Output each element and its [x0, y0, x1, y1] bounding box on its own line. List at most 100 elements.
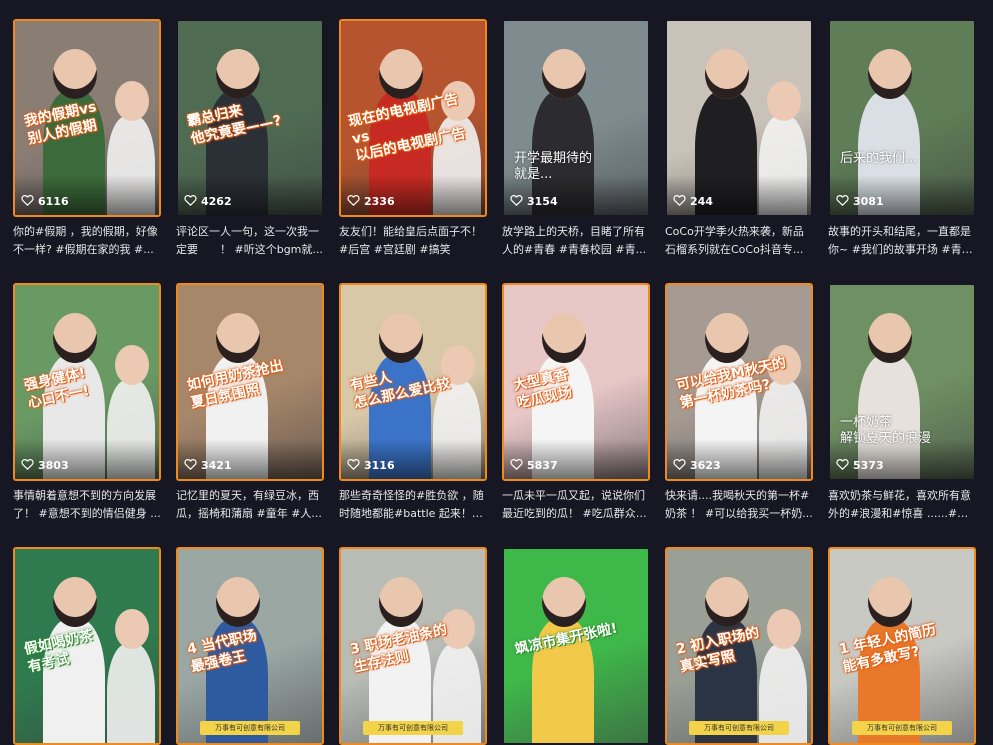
thumbnail-caption: 后来的我们... [840, 151, 918, 166]
like-count: 3623 [673, 458, 721, 473]
like-number: 244 [690, 195, 713, 208]
video-thumbnail[interactable]: 强身健体! 心口不一! 3803 [13, 283, 161, 481]
video-description[interactable]: 记忆里的夏天，有绿豆冰，西瓜，摇椅和蒲扇 #童年 #人... [176, 487, 324, 523]
person-head [216, 313, 260, 363]
person-head [705, 49, 749, 99]
video-card[interactable]: 可以给我M秋天的 第一杯奶茶吗? 3623 快来请....我喝秋天的第一杯#奶茶 ！… [665, 283, 813, 523]
like-count: 6116 [21, 194, 69, 209]
video-thumbnail[interactable]: 1 年轻人的简历 能有多敢写? 万事有可创意有限公司 [828, 547, 976, 745]
like-count: 3421 [184, 458, 232, 473]
video-thumbnail[interactable]: 3 职场老油条的 生存法则 万事有可创意有限公司 [339, 547, 487, 745]
person-head [542, 577, 586, 627]
video-thumbnail[interactable]: 假如喝奶茶 有考试 [13, 547, 161, 745]
like-number: 6116 [38, 195, 69, 208]
company-badge: 万事有可创意有限公司 [200, 721, 300, 735]
video-card[interactable]: 假如喝奶茶 有考试 [13, 547, 161, 745]
like-number: 5373 [853, 459, 884, 472]
video-description[interactable]: 那些奇奇怪怪的#胜负欲 ，随时随地都能#battle 起来！ #... [339, 487, 487, 523]
video-description[interactable]: 你的#假期 ，我的假期，好像不一样? #假期在家的我 #... [13, 223, 161, 259]
heart-icon [21, 458, 34, 473]
heart-icon [184, 194, 197, 209]
video-card[interactable]: 有些人 怎么那么爱比较 3116 那些奇奇怪怪的#胜负欲 ，随时随地都能#battl… [339, 283, 487, 523]
heart-icon [347, 194, 360, 209]
heart-icon [836, 194, 849, 209]
video-card[interactable]: 1 年轻人的简历 能有多敢写? 万事有可创意有限公司 [828, 547, 976, 745]
video-card[interactable]: 如何用奶茶抢出 夏日氛围照 3421 记忆里的夏天，有绿豆冰，西瓜，摇椅和蒲扇 #童… [176, 283, 324, 523]
company-badge: 万事有可创意有限公司 [852, 721, 952, 735]
heart-icon [21, 194, 34, 209]
video-thumbnail[interactable]: 我的假期vs 别人的假期 6116 [13, 19, 161, 217]
video-thumbnail[interactable]: 4 当代职场 最强卷王 万事有可创意有限公司 [176, 547, 324, 745]
video-description[interactable]: 快来请....我喝秋天的第一杯#奶茶 ！ #可以给我买一杯奶... [665, 487, 813, 523]
video-thumbnail[interactable]: 一杯奶茶 解锁夏天的浪漫5373 [828, 283, 976, 481]
person-head [868, 49, 912, 99]
video-thumbnail[interactable]: 大型真香 吃瓜现场 5837 [502, 283, 650, 481]
video-card[interactable]: 244 CoCo开学季火热来袭，新品石榴系列就在CoCo抖音专... [665, 19, 813, 259]
video-thumbnail[interactable]: 霸总归来 他究竟要——? 4262 [176, 19, 324, 217]
like-count: 3081 [836, 194, 884, 209]
video-description[interactable]: 评论区一人一句，这一次我一定要 ！ #听这个bgm就... [176, 223, 324, 259]
like-number: 2336 [364, 195, 395, 208]
like-number: 5837 [527, 459, 558, 472]
video-thumbnail[interactable]: 开学最期待的 就是...3154 [502, 19, 650, 217]
video-card[interactable]: 2 初入职场的 真实写照 万事有可创意有限公司 [665, 547, 813, 745]
heart-icon [510, 194, 523, 209]
person-head [705, 577, 749, 627]
video-thumbnail[interactable]: 有些人 怎么那么爱比较 3116 [339, 283, 487, 481]
person-head [379, 577, 423, 627]
person-head [53, 313, 97, 363]
company-badge: 万事有可创意有限公司 [363, 721, 463, 735]
like-count: 5837 [510, 458, 558, 473]
video-thumbnail[interactable]: 如何用奶茶抢出 夏日氛围照 3421 [176, 283, 324, 481]
like-count: 2336 [347, 194, 395, 209]
video-card[interactable]: 4 当代职场 最强卷王 万事有可创意有限公司 [176, 547, 324, 745]
video-description[interactable]: 喜欢奶茶与鲜花，喜欢所有意外的#浪漫和#惊喜 ......#七... [828, 487, 976, 523]
heart-icon [836, 458, 849, 473]
video-card[interactable]: 大型真香 吃瓜现场5837 一瓜未平一瓜又起，说说你们最近吃到的瓜！ #吃瓜群众#… [502, 283, 650, 523]
video-card[interactable]: 现在的电视剧广告vs 以后的电视剧广告 2336 友友们！能给皇后点面子不！ #后宫… [339, 19, 487, 259]
like-number: 4262 [201, 195, 232, 208]
person-head [53, 577, 97, 627]
video-description[interactable]: 事情朝着意想不到的方向发展了！ #意想不到的情侣健身 ... [13, 487, 161, 523]
video-thumbnail[interactable]: 244 [665, 19, 813, 217]
like-number: 3623 [690, 459, 721, 472]
heart-icon [673, 194, 686, 209]
person-head [767, 81, 801, 121]
company-badge: 万事有可创意有限公司 [689, 721, 789, 735]
video-thumbnail[interactable]: 飒凉市集开张啦! [502, 547, 650, 745]
video-card[interactable]: 开学最期待的 就是...3154 放学路上的天桥，目睹了所有人的#青春 #青春校园… [502, 19, 650, 259]
video-card[interactable]: 我的假期vs 别人的假期 6116 你的#假期 ，我的假期，好像不一样? #假期在家… [13, 19, 161, 259]
video-card[interactable]: 一杯奶茶 解锁夏天的浪漫5373 喜欢奶茶与鲜花，喜欢所有意外的#浪漫和#惊喜 .… [828, 283, 976, 523]
video-description[interactable]: 故事的开头和结尾，一直都是你~ #我们的故事开场 #青春... [828, 223, 976, 259]
person-head [216, 577, 260, 627]
like-count: 3803 [21, 458, 69, 473]
video-card[interactable]: 飒凉市集开张啦! [502, 547, 650, 745]
person-head [705, 313, 749, 363]
video-card[interactable]: 霸总归来 他究竟要——? 4262 评论区一人一句，这一次我一定要 ！ #听这个bg… [176, 19, 324, 259]
video-card[interactable]: 后来的我们... 3081 故事的开头和结尾，一直都是你~ #我们的故事开场 #青春… [828, 19, 976, 259]
video-description[interactable]: 放学路上的天桥，目睹了所有人的#青春 #青春校园 #青... [502, 223, 650, 259]
video-description[interactable]: CoCo开学季火热来袭，新品石榴系列就在CoCo抖音专... [665, 223, 813, 259]
video-thumbnail[interactable]: 可以给我M秋天的 第一杯奶茶吗? 3623 [665, 283, 813, 481]
like-count: 244 [673, 194, 713, 209]
video-card[interactable]: 强身健体! 心口不一! 3803 事情朝着意想不到的方向发展了！ #意想不到的情侣健… [13, 283, 161, 523]
video-thumbnail[interactable]: 现在的电视剧广告vs 以后的电视剧广告 2336 [339, 19, 487, 217]
like-number: 3421 [201, 459, 232, 472]
like-count: 4262 [184, 194, 232, 209]
video-thumbnail[interactable]: 后来的我们... 3081 [828, 19, 976, 217]
person-head [216, 49, 260, 99]
like-number: 3081 [853, 195, 884, 208]
video-card[interactable]: 3 职场老油条的 生存法则 万事有可创意有限公司 [339, 547, 487, 745]
video-description[interactable]: 友友们！能给皇后点面子不！ #后宫 #宫廷剧 #搞笑 [339, 223, 487, 259]
like-count: 3116 [347, 458, 395, 473]
person-head [542, 313, 586, 363]
video-description[interactable]: 一瓜未平一瓜又起，说说你们最近吃到的瓜！ #吃瓜群众#... [502, 487, 650, 523]
person-head [53, 49, 97, 99]
heart-icon [347, 458, 360, 473]
like-count: 5373 [836, 458, 884, 473]
person-head [379, 49, 423, 99]
person-head [379, 313, 423, 363]
heart-icon [510, 458, 523, 473]
heart-icon [184, 458, 197, 473]
video-thumbnail[interactable]: 2 初入职场的 真实写照 万事有可创意有限公司 [665, 547, 813, 745]
